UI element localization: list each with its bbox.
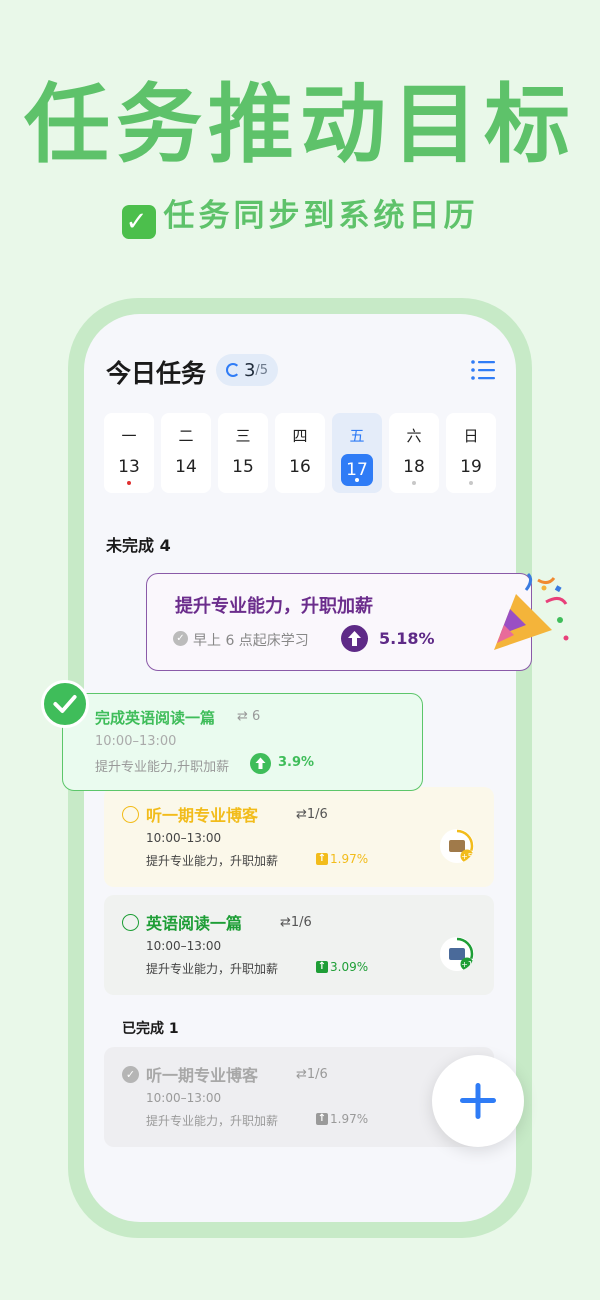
task-time: 10:00–13:00 <box>146 939 222 953</box>
promo-subline: ✓ 任务同步到系统日历 <box>0 190 600 239</box>
day-17[interactable]: 五 17 <box>332 413 382 493</box>
progress-ring-icon <box>225 363 240 377</box>
event-dot <box>469 481 473 485</box>
badge-count: +5 <box>461 852 473 861</box>
book-icon: +1 <box>440 937 474 971</box>
day-number: 19 <box>460 457 482 477</box>
task-repeat: ⇄1/6 <box>296 1067 328 1082</box>
week-strip: 一 13 二 14 三 15 四 16 五 17 六 18 日 19 <box>104 413 496 493</box>
up-arrow-icon: ↑ <box>316 853 328 865</box>
check-mark-icon: ✓ <box>121 205 156 239</box>
goal-popup[interactable]: 提升专业能力，升职加薪 ✓ 早上 6 点起床学习 5.18% <box>146 573 532 671</box>
task-name: 听一期专业博客 <box>146 806 259 825</box>
weekday-label: 六 <box>406 427 422 445</box>
done-task-percent: 3.9% <box>278 755 315 770</box>
task-card[interactable]: 英语阅读一篇 ⇄1/6 10:00–13:00 提升专业能力，升职加薪 ↑ 3.0… <box>104 895 494 995</box>
up-arrow-icon: ↑ <box>316 1113 328 1125</box>
toolbox-icon: +5 <box>440 829 474 863</box>
party-popper-icon <box>494 572 569 650</box>
goal-percent: 5.18% <box>379 629 435 648</box>
day-18[interactable]: 六 18 <box>389 413 439 493</box>
promo-subline-text: 任务同步到系统日历 <box>163 198 479 234</box>
task-done-check-icon[interactable]: ✓ <box>122 1066 139 1083</box>
up-arrow-icon: ↑ <box>316 961 328 973</box>
weekday-label: 一 <box>121 427 137 445</box>
add-task-button[interactable] <box>432 1055 524 1147</box>
day-16[interactable]: 四 16 <box>275 413 325 493</box>
weekday-label: 三 <box>235 427 251 445</box>
done-task-goal: 提升专业能力,升职加薪 <box>95 760 230 775</box>
task-percent: ↑ 1.97% <box>316 1112 368 1126</box>
done-task-repeat: ⇄ 6 <box>237 709 261 724</box>
event-dot <box>355 478 359 482</box>
goal-title: 提升专业能力，升职加薪 <box>175 596 373 617</box>
task-checkbox[interactable] <box>122 914 139 931</box>
weekday-label: 五 <box>349 427 365 445</box>
complete-section-label: 已完成 1 <box>122 1021 179 1037</box>
badge-count: +1 <box>461 960 473 969</box>
task-repeat: ⇄1/6 <box>296 807 328 822</box>
task-goal: 提升专业能力，升职加薪 <box>146 1114 279 1128</box>
task-checkbox[interactable] <box>122 806 139 823</box>
day-number: 14 <box>175 457 197 477</box>
day-number: 13 <box>118 457 140 477</box>
task-percent-value: 1.97% <box>330 852 369 866</box>
day-number: 18 <box>403 457 425 477</box>
event-dot <box>412 481 416 485</box>
list-icon[interactable] <box>470 358 496 382</box>
weekday-label: 四 <box>292 427 308 445</box>
check-circle-icon <box>41 680 89 728</box>
task-goal: 提升专业能力，升职加薪 <box>146 854 279 868</box>
task-percent: ↑ 3.09% <box>316 960 368 974</box>
page-title: 今日任务 <box>106 359 207 388</box>
task-name: 听一期专业博客 <box>146 1066 259 1085</box>
day-19[interactable]: 日 19 <box>446 413 496 493</box>
done-task-name: 完成英语阅读一篇 <box>95 709 216 727</box>
day-number: 15 <box>232 457 254 477</box>
task-goal: 提升专业能力，升职加薪 <box>146 962 279 976</box>
progress-pill[interactable]: 3 /5 <box>216 354 278 386</box>
day-14[interactable]: 二 14 <box>161 413 211 493</box>
day-13[interactable]: 一 13 <box>104 413 154 493</box>
task-time: 10:00–13:00 <box>146 831 222 845</box>
task-repeat: ⇄1/6 <box>280 915 312 930</box>
goal-subtitle: 早上 6 点起床学习 <box>193 633 309 649</box>
done-task-time: 10:00–13:00 <box>95 734 177 749</box>
done-task-popup[interactable]: 完成英语阅读一篇 ⇄ 6 10:00–13:00 提升专业能力,升职加薪 3.9… <box>62 693 423 791</box>
check-circle-icon: ✓ <box>173 631 188 646</box>
task-time: 10:00–13:00 <box>146 1091 222 1105</box>
task-percent-value: 3.09% <box>330 960 369 974</box>
up-arrow-circle-icon <box>250 753 271 774</box>
plus-icon <box>460 1083 496 1119</box>
incomplete-section-label: 未完成 4 <box>106 536 171 555</box>
up-arrow-circle-icon <box>341 625 368 652</box>
task-name: 英语阅读一篇 <box>146 914 243 933</box>
progress-total: /5 <box>255 362 269 378</box>
event-dot <box>127 481 131 485</box>
day-15[interactable]: 三 15 <box>218 413 268 493</box>
task-percent: ↑ 1.97% <box>316 852 368 866</box>
task-card[interactable]: 听一期专业博客 ⇄1/6 10:00–13:00 提升专业能力，升职加薪 ↑ 1.… <box>104 787 494 887</box>
task-percent-value: 1.97% <box>330 1112 369 1126</box>
weekday-label: 二 <box>178 427 194 445</box>
day-number: 16 <box>289 457 311 477</box>
progress-done: 3 <box>243 359 256 381</box>
weekday-label: 日 <box>463 427 479 445</box>
promo-headline: 任务推动目标 <box>24 75 576 175</box>
